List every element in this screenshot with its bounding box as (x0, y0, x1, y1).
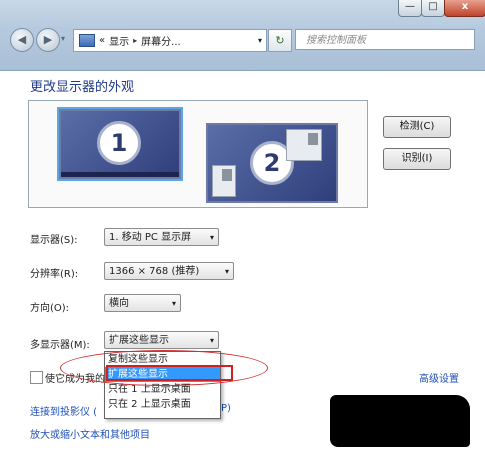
monitor-arrangement-preview: 1 2 (28, 100, 368, 208)
orientation-select[interactable]: 横向 ▾ (104, 294, 181, 312)
back-button[interactable]: ◀ (10, 28, 34, 52)
identify-button[interactable]: 识别(I) (383, 148, 451, 170)
breadcrumb-separator-icon[interactable]: ▸ (133, 36, 137, 45)
resolution-select[interactable]: 1366 × 768 (推荐) ▾ (104, 262, 234, 280)
display-select[interactable]: 1. 移动 PC 显示屏 ▾ (104, 228, 219, 246)
detect-button[interactable]: 检测(C) (383, 116, 451, 138)
window-titlebar: — □ x ◀ ▶ ▾ « 显示 ▸ 屏幕分... ▾ ↻ 搜索控制面板 (0, 0, 485, 71)
orientation-label: 方向(O): (30, 303, 70, 314)
breadcrumb-overflow[interactable]: « (99, 35, 105, 46)
chevron-down-icon: ▾ (209, 336, 214, 345)
maximize-icon: □ (428, 1, 438, 12)
breadcrumb-display[interactable]: 显示 (109, 33, 129, 48)
search-input[interactable]: 搜索控制面板 (295, 29, 475, 50)
back-arrow-icon: ◀ (17, 33, 27, 46)
chevron-down-icon: ▾ (209, 233, 214, 242)
make-main-display-checkbox[interactable] (30, 371, 43, 384)
resolution-select-value: 1366 × 768 (推荐) (109, 266, 200, 277)
refresh-icon: ↻ (275, 34, 285, 47)
close-button[interactable]: x (444, 0, 485, 17)
connect-projector-link-tail[interactable]: P) (221, 403, 231, 414)
window-thumbnail-icon (212, 165, 236, 197)
forward-arrow-icon: ▶ (43, 33, 53, 46)
address-bar[interactable]: « 显示 ▸ 屏幕分... ▾ (73, 29, 267, 52)
multiple-displays-label: 多显示器(M): (30, 340, 90, 351)
breadcrumb-screen-resolution[interactable]: 屏幕分... (141, 33, 181, 48)
multiple-displays-select-value: 扩展这些显示 (109, 335, 169, 346)
close-icon: x (461, 1, 469, 12)
forward-button[interactable]: ▶ (36, 28, 60, 52)
multiple-displays-select[interactable]: 扩展这些显示 ▾ (104, 331, 219, 349)
monitor-2[interactable]: 2 (206, 123, 338, 203)
display-select-value: 1. 移动 PC 显示屏 (109, 232, 192, 243)
refresh-button[interactable]: ↻ (268, 29, 292, 52)
window-thumbnail-icon (286, 129, 322, 161)
address-dropdown-icon[interactable]: ▾ (258, 36, 262, 45)
resolution-label: 分辨率(R): (30, 269, 79, 280)
option-show-desktop-only-2[interactable]: 只在 2 上显示桌面 (105, 397, 220, 412)
recent-pages-dropdown-icon[interactable]: ▾ (61, 34, 65, 43)
maximize-button[interactable]: □ (421, 0, 445, 17)
advanced-settings-link[interactable]: 高级设置 (419, 370, 459, 385)
annotation-highlight-box (106, 365, 233, 381)
chevron-down-icon: ▾ (171, 299, 176, 308)
redacted-area (330, 395, 470, 447)
monitor-1-number: 1 (97, 121, 141, 165)
monitor-1[interactable]: 1 (59, 109, 181, 179)
display-label: 显示器(S): (30, 235, 78, 246)
taskbar-strip (61, 172, 179, 177)
minimize-button[interactable]: — (398, 0, 422, 17)
text-size-link[interactable]: 放大或缩小文本和其他项目 (30, 426, 150, 441)
page-title: 更改显示器的外观 (30, 80, 135, 95)
connect-projector-link[interactable]: 连接到投影仪 ( (30, 403, 106, 418)
control-panel-icon (79, 34, 95, 47)
minimize-icon: — (405, 1, 415, 12)
orientation-select-value: 横向 (109, 298, 129, 309)
chevron-down-icon: ▾ (224, 267, 229, 276)
